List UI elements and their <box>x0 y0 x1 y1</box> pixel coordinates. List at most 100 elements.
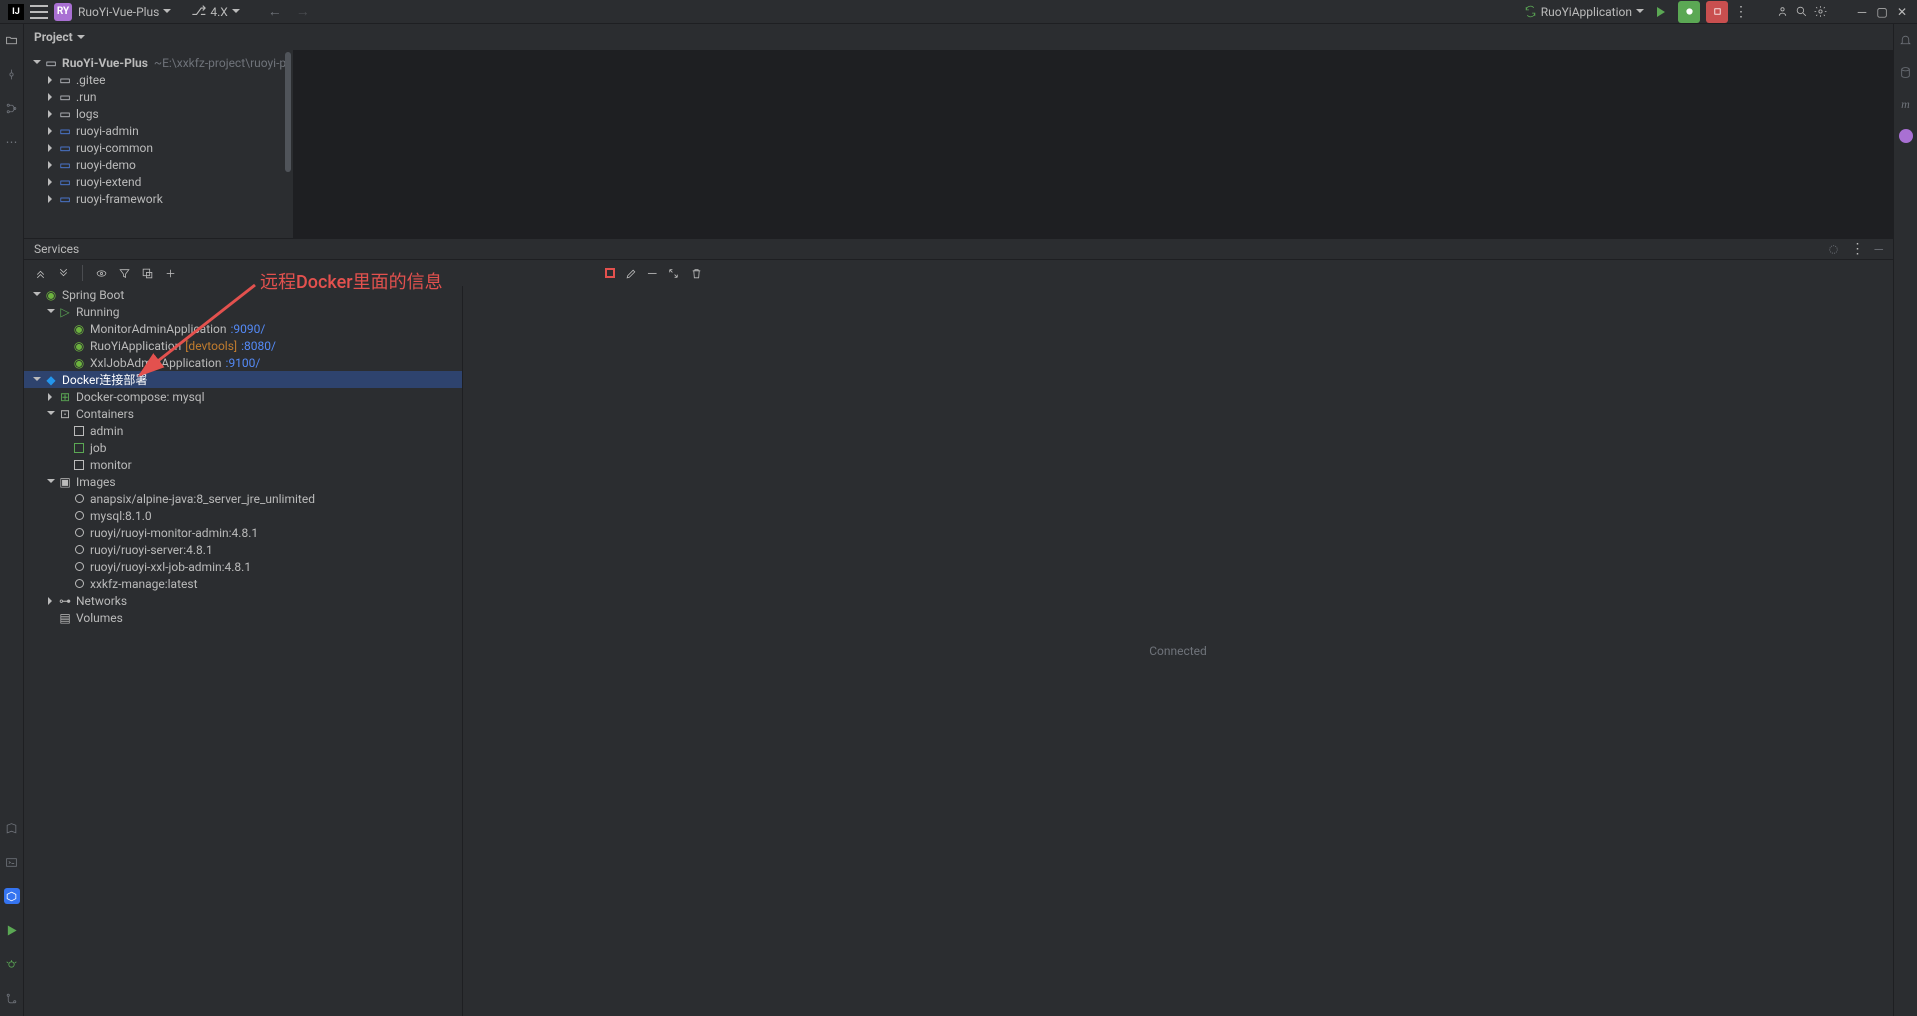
project-selector[interactable]: RuoYi-Vue-Plus <box>78 5 171 19</box>
more-icon[interactable]: ⋮ <box>1850 241 1864 257</box>
image-row[interactable]: anapsix/alpine-java:8_server_jre_unlimit… <box>24 490 462 507</box>
expand-icon[interactable] <box>30 57 44 68</box>
minimize-button[interactable]: ─ <box>1855 5 1869 19</box>
spring-boot-node[interactable]: ◉ Spring Boot <box>24 286 462 303</box>
nav-back-button[interactable]: ← <box>264 3 286 20</box>
spring-run-icon: ◉ <box>72 339 86 353</box>
expand-icon[interactable] <box>44 306 58 317</box>
expand-all-icon[interactable] <box>34 267 47 280</box>
expand-icon[interactable] <box>44 93 58 101</box>
code-with-me-icon[interactable] <box>1776 5 1789 18</box>
docker-connection-node[interactable]: ◆ Docker连接部署 <box>24 371 462 388</box>
vcs-tool-icon[interactable] <box>4 990 20 1006</box>
more-actions-button[interactable]: ⋮ <box>1734 4 1748 20</box>
git-branch-selector[interactable]: ⎇ 4.X <box>191 4 239 19</box>
delete-icon[interactable]: ─ <box>648 266 657 280</box>
close-button[interactable]: ✕ <box>1895 5 1909 19</box>
folder-row[interactable]: ▭ ruoyi-demo <box>24 156 293 173</box>
nav-forward-button[interactable]: → <box>292 3 314 20</box>
notifications-icon[interactable] <box>1898 32 1914 48</box>
run-button[interactable] <box>1650 1 1672 23</box>
expand-icon[interactable] <box>44 110 58 118</box>
container-row[interactable]: job <box>24 439 462 456</box>
container-row[interactable]: monitor <box>24 456 462 473</box>
folder-row[interactable]: ▭ ruoyi-framework <box>24 190 293 207</box>
show-icon[interactable] <box>95 267 108 280</box>
scrollbar-thumb[interactable] <box>285 52 291 172</box>
hide-button[interactable]: ─ <box>1874 242 1883 256</box>
search-icon[interactable] <box>1795 5 1808 18</box>
expand-icon[interactable] <box>44 178 58 186</box>
expand-icon[interactable] <box>44 144 58 152</box>
volumes-node[interactable]: ▤ Volumes <box>24 609 462 626</box>
add-icon[interactable] <box>164 267 177 280</box>
containers-node[interactable]: ⊡ Containers <box>24 405 462 422</box>
image-row[interactable]: ruoyi/ruoyi-monitor-admin:4.8.1 <box>24 524 462 541</box>
edit-config-icon[interactable] <box>625 267 638 280</box>
expand-icon[interactable] <box>44 161 58 169</box>
more-tool-icon[interactable]: ⋯ <box>4 134 20 150</box>
expand-icon[interactable] <box>30 289 44 300</box>
maven-icon[interactable]: m <box>1898 96 1914 112</box>
debug-tool-icon[interactable] <box>4 956 20 972</box>
commit-tool-icon[interactable] <box>4 66 20 82</box>
services-tree[interactable]: ◉ Spring Boot ▷ Running ◉ MonitorAdminAp… <box>24 286 462 1016</box>
folder-row[interactable]: ▭ .gitee <box>24 71 293 88</box>
running-node[interactable]: ▷ Running <box>24 303 462 320</box>
folder-row[interactable]: ▭ ruoyi-common <box>24 139 293 156</box>
build-tool-icon[interactable] <box>4 820 20 836</box>
folder-row[interactable]: ▭ logs <box>24 105 293 122</box>
expand-icon[interactable] <box>44 597 58 605</box>
project-root-row[interactable]: ▭ RuoYi-Vue-Plus ~E:\xxkfz-project\ruoyi… <box>24 54 293 71</box>
database-icon[interactable] <box>1898 64 1914 80</box>
images-node[interactable]: ▣ Images <box>24 473 462 490</box>
image-row[interactable]: ruoyi/ruoyi-xxl-job-admin:4.8.1 <box>24 558 462 575</box>
new-window-icon[interactable] <box>141 267 154 280</box>
collapse-all-icon[interactable] <box>57 267 70 280</box>
maximize-button[interactable]: ▢ <box>1875 5 1889 19</box>
stop-button[interactable] <box>1706 1 1728 23</box>
main-menu-button[interactable] <box>30 5 48 19</box>
spring-icon: ◉ <box>44 288 58 302</box>
container-row[interactable]: admin <box>24 422 462 439</box>
docker-compose-node[interactable]: ⊞ Docker-compose: mysql <box>24 388 462 405</box>
terminal-tool-icon[interactable] <box>4 854 20 870</box>
expand-icon[interactable] <box>44 408 58 419</box>
expand-icon[interactable] <box>44 476 58 487</box>
structure-tool-icon[interactable] <box>4 100 20 116</box>
settings-icon[interactable] <box>1827 243 1840 256</box>
expand-icon[interactable] <box>44 76 58 84</box>
expand-icon[interactable] <box>30 374 44 385</box>
networks-node[interactable]: ⊶ Networks <box>24 592 462 609</box>
chevron-down-icon[interactable] <box>77 35 85 43</box>
services-panel-title[interactable]: Services <box>34 242 79 256</box>
folder-row[interactable]: ▭ .run <box>24 88 293 105</box>
app-row[interactable]: ◉ XxlJobAdminApplication :9100/ <box>24 354 462 371</box>
run-config-selector[interactable]: RuoYiApplication <box>1524 5 1644 19</box>
project-tree[interactable]: ▭ RuoYi-Vue-Plus ~E:\xxkfz-project\ruoyi… <box>24 50 294 238</box>
ai-assistant-icon[interactable] <box>1898 128 1914 144</box>
project-tool-icon[interactable] <box>4 32 20 48</box>
image-row[interactable]: ruoyi/ruoyi-server:4.8.1 <box>24 541 462 558</box>
expand-icon[interactable] <box>44 127 58 135</box>
settings-icon[interactable] <box>1814 5 1827 18</box>
image-row[interactable]: xxkfz-manage:latest <box>24 575 462 592</box>
folder-row[interactable]: ▭ ruoyi-admin <box>24 122 293 139</box>
expand-icon[interactable] <box>44 393 58 401</box>
app-row[interactable]: ◉ MonitorAdminApplication :9090/ <box>24 320 462 337</box>
expand-icon[interactable] <box>44 195 58 203</box>
folder-row[interactable]: ▭ ruoyi-extend <box>24 173 293 190</box>
project-panel-title[interactable]: Project <box>34 30 73 44</box>
filter-icon[interactable] <box>118 267 131 280</box>
image-row[interactable]: mysql:8.1.0 <box>24 507 462 524</box>
image-icon <box>72 579 86 588</box>
image-name: mysql:8.1.0 <box>90 509 152 523</box>
trash-icon[interactable] <box>690 267 703 280</box>
services-tool-icon[interactable] <box>4 888 20 904</box>
stop-container-button[interactable] <box>605 268 615 278</box>
stop-icon <box>1711 5 1724 18</box>
debug-button[interactable] <box>1678 1 1700 23</box>
run-tool-icon[interactable] <box>4 922 20 938</box>
expand-icon[interactable] <box>667 267 680 280</box>
app-row[interactable]: ◉ RuoYiApplication [devtools] :8080/ <box>24 337 462 354</box>
